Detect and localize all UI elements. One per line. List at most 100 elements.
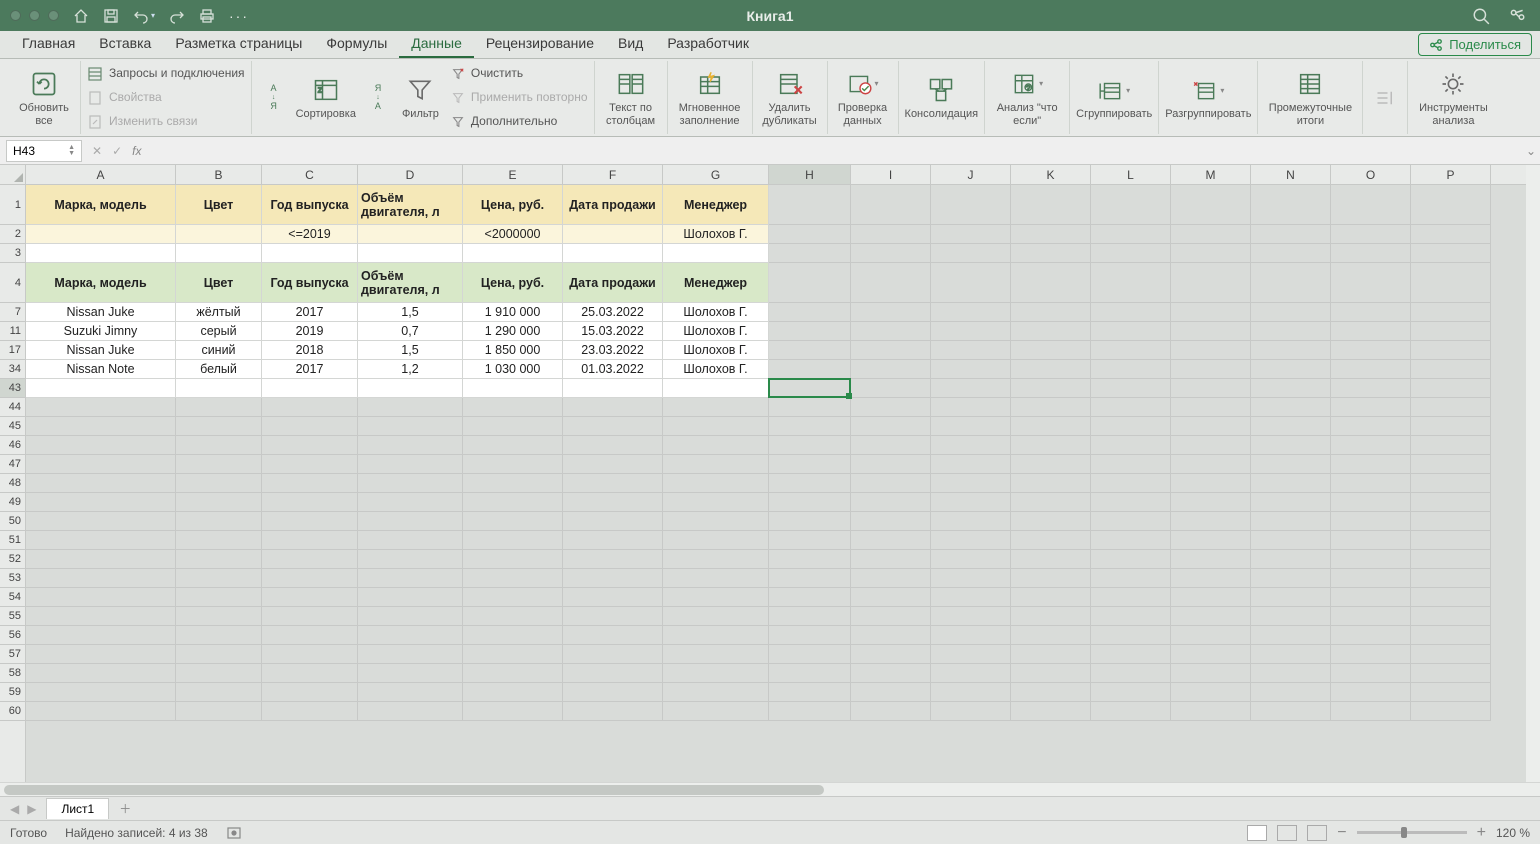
cell[interactable]: 1 290 000 xyxy=(463,322,563,341)
view-normal-icon[interactable] xyxy=(1247,825,1267,841)
col-header-G[interactable]: G xyxy=(663,165,769,184)
col-header-B[interactable]: B xyxy=(176,165,262,184)
cell[interactable] xyxy=(176,683,262,702)
cell[interactable] xyxy=(1091,455,1171,474)
cell[interactable] xyxy=(1091,531,1171,550)
cell[interactable] xyxy=(851,417,931,436)
cell[interactable] xyxy=(1011,379,1091,398)
cell[interactable] xyxy=(1171,550,1251,569)
cell[interactable] xyxy=(1251,645,1331,664)
more-icon[interactable]: ··· xyxy=(229,8,249,24)
cell[interactable] xyxy=(931,455,1011,474)
cell[interactable] xyxy=(663,645,769,664)
zoom-in-icon[interactable]: + xyxy=(1477,824,1486,842)
cell[interactable] xyxy=(176,493,262,512)
cell[interactable] xyxy=(563,417,663,436)
cell[interactable]: Шолохов Г. xyxy=(663,322,769,341)
cell[interactable] xyxy=(851,455,931,474)
row-header-47[interactable]: 47 xyxy=(0,455,25,474)
cells-area[interactable]: Марка, модельЦветГод выпускаОбъём двигат… xyxy=(26,185,1526,782)
cell[interactable] xyxy=(769,531,851,550)
cell[interactable] xyxy=(931,225,1011,244)
cell[interactable] xyxy=(1251,569,1331,588)
cell[interactable] xyxy=(931,303,1011,322)
cell[interactable] xyxy=(26,417,176,436)
cell[interactable] xyxy=(563,398,663,417)
cell[interactable] xyxy=(663,379,769,398)
row-header-7[interactable]: 7 xyxy=(0,303,25,322)
cancel-formula-icon[interactable]: ✕ xyxy=(92,144,102,158)
cell[interactable] xyxy=(931,341,1011,360)
cell[interactable] xyxy=(1011,550,1091,569)
cell[interactable]: Шолохов Г. xyxy=(663,225,769,244)
cell[interactable]: Марка, модель xyxy=(26,185,176,225)
row-header-44[interactable]: 44 xyxy=(0,398,25,417)
cell[interactable]: <=2019 xyxy=(262,225,358,244)
cell[interactable] xyxy=(851,493,931,512)
cell[interactable] xyxy=(26,379,176,398)
cell[interactable] xyxy=(358,417,463,436)
cell[interactable] xyxy=(1091,474,1171,493)
cell[interactable] xyxy=(851,569,931,588)
cell[interactable] xyxy=(1091,225,1171,244)
cell[interactable] xyxy=(1011,303,1091,322)
cell[interactable] xyxy=(1251,512,1331,531)
cell[interactable] xyxy=(663,493,769,512)
ungroup-button[interactable]: ▾ Разгруппировать xyxy=(1159,61,1258,134)
cell[interactable] xyxy=(769,244,851,263)
cell[interactable] xyxy=(563,550,663,569)
cell[interactable] xyxy=(26,664,176,683)
filter-button[interactable]: Фильтр xyxy=(396,61,445,134)
row-header-4[interactable]: 4 xyxy=(0,263,25,303)
cell[interactable] xyxy=(851,607,931,626)
cell[interactable] xyxy=(1011,493,1091,512)
cell[interactable] xyxy=(1251,185,1331,225)
cell[interactable] xyxy=(1411,607,1491,626)
cell[interactable] xyxy=(663,512,769,531)
search-icon[interactable] xyxy=(1472,7,1490,25)
tab-insert[interactable]: Вставка xyxy=(87,30,163,58)
cell[interactable] xyxy=(463,398,563,417)
col-header-K[interactable]: K xyxy=(1011,165,1091,184)
minimize-window-icon[interactable] xyxy=(29,10,40,21)
cell[interactable] xyxy=(1331,398,1411,417)
cell[interactable] xyxy=(931,379,1011,398)
cell[interactable]: Nissan Juke xyxy=(26,341,176,360)
cell[interactable] xyxy=(26,645,176,664)
text-to-columns-button[interactable]: Текст по столбцам xyxy=(595,61,668,134)
cell[interactable]: Менеджер xyxy=(663,263,769,303)
cell[interactable] xyxy=(1331,645,1411,664)
cell[interactable]: 2018 xyxy=(262,341,358,360)
cell[interactable] xyxy=(851,185,931,225)
cell[interactable] xyxy=(463,645,563,664)
cell[interactable] xyxy=(563,702,663,721)
cell[interactable] xyxy=(1011,225,1091,244)
cell[interactable] xyxy=(262,493,358,512)
cell[interactable] xyxy=(358,645,463,664)
cell[interactable] xyxy=(358,702,463,721)
cell[interactable] xyxy=(262,379,358,398)
cell[interactable] xyxy=(1251,702,1331,721)
view-page-layout-icon[interactable] xyxy=(1277,825,1297,841)
col-header-I[interactable]: I xyxy=(851,165,931,184)
cell[interactable] xyxy=(1331,493,1411,512)
cell[interactable] xyxy=(563,455,663,474)
view-page-break-icon[interactable] xyxy=(1307,825,1327,841)
cell[interactable] xyxy=(663,626,769,645)
cell[interactable] xyxy=(463,569,563,588)
row-header-56[interactable]: 56 xyxy=(0,626,25,645)
cell[interactable] xyxy=(1011,263,1091,303)
save-icon[interactable] xyxy=(103,8,119,24)
cell[interactable] xyxy=(931,398,1011,417)
cell[interactable]: Год выпуска xyxy=(262,263,358,303)
share-toggle-icon[interactable] xyxy=(1508,7,1526,25)
cell[interactable] xyxy=(463,531,563,550)
cell[interactable] xyxy=(851,683,931,702)
cell[interactable] xyxy=(1411,360,1491,379)
cell[interactable] xyxy=(1331,417,1411,436)
cell[interactable] xyxy=(1411,626,1491,645)
cell[interactable] xyxy=(1091,493,1171,512)
cell[interactable] xyxy=(1091,185,1171,225)
cell[interactable] xyxy=(769,455,851,474)
cell[interactable] xyxy=(1171,303,1251,322)
